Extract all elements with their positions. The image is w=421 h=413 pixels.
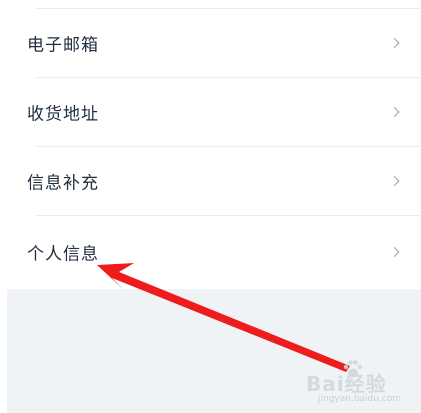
chevron-right-icon (389, 176, 400, 186)
list-item-label: 电子邮箱 (27, 35, 99, 56)
bottom-blank-area (7, 289, 421, 413)
list-item-shipping-address[interactable]: 收货地址 (7, 78, 420, 146)
list-item-label: 信息补充 (27, 173, 99, 194)
list-item-email[interactable]: 电子邮箱 (7, 9, 420, 77)
list-item-personal-info[interactable]: 个人信息 (7, 218, 420, 286)
chevron-right-icon (389, 247, 400, 257)
chevron-right-icon (389, 107, 400, 117)
list-item-label: 收货地址 (27, 104, 99, 125)
list-item-label: 个人信息 (27, 244, 99, 265)
screen: 电子邮箱 收货地址 信息补充 个人信息 Bai经验 jingyan.baidu.… (0, 0, 421, 413)
list-item-info-supplement[interactable]: 信息补充 (7, 147, 420, 215)
chevron-right-icon (389, 38, 400, 48)
divider (35, 215, 420, 216)
